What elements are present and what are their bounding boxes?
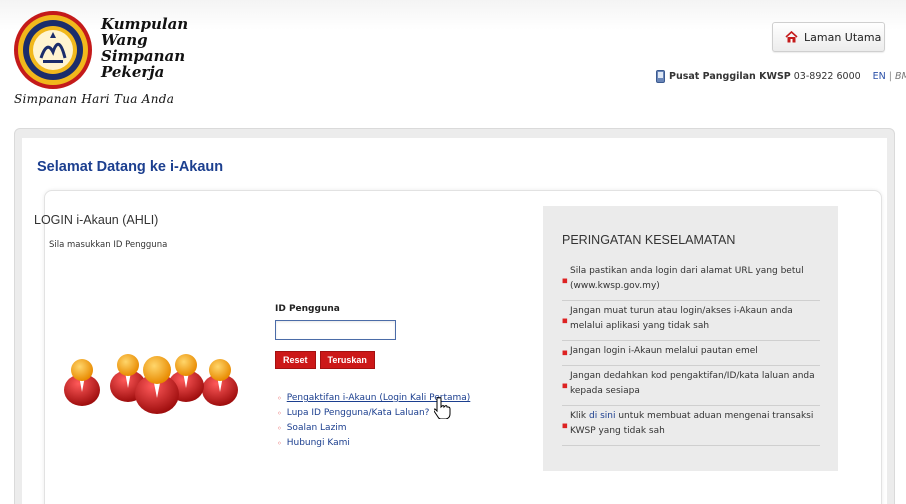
people-illustration-icon xyxy=(64,354,238,414)
contact-link[interactable]: Hubungi Kami xyxy=(287,436,350,451)
security-notice-panel: PERINGATAN KESELAMATAN ■ Sila pastikan an… xyxy=(543,206,838,471)
bullet-icon: ◦ xyxy=(277,424,282,433)
user-id-input[interactable] xyxy=(275,319,396,340)
bullet-icon: ■ xyxy=(562,422,568,429)
brand-name: Kumpulan Wang Simpanan Pekerja xyxy=(101,16,188,80)
list-item: ■ Sila pastikan anda login dari alamat UR… xyxy=(562,261,820,301)
faq-link[interactable]: Soalan Lazim xyxy=(287,421,347,436)
list-item: ■ Klik di sini untuk membuat aduan mengen… xyxy=(562,406,820,446)
brand-tagline: Simpanan Hari Tua Anda xyxy=(14,92,175,106)
security-item-text: Jangan muat turun atau login/akses i-Aka… xyxy=(570,306,793,331)
call-center-bar: Pusat Panggilan KWSP 03-8922 6000 EN|BM xyxy=(656,70,906,83)
house-icon xyxy=(785,31,798,43)
call-center-label: Pusat Panggilan KWSP xyxy=(669,71,791,82)
forgot-id-link[interactable]: Lupa ID Pengguna/Kata Laluan? xyxy=(287,406,430,421)
list-item: ■ Jangan muat turun atau login/akses i-Ak… xyxy=(562,301,820,341)
lang-en-link[interactable]: EN xyxy=(873,71,886,82)
home-button-label: Laman Utama xyxy=(804,30,882,44)
brand-line-2: Wang xyxy=(101,31,148,49)
list-item: ◦ Soalan Lazim xyxy=(277,421,470,436)
lang-bm-link[interactable]: BM xyxy=(895,71,906,82)
security-item-prefix: Klik xyxy=(570,411,587,421)
continue-button[interactable]: Teruskan xyxy=(319,350,375,369)
language-switch: EN|BM xyxy=(873,71,906,82)
brand-line-1: Kumpulan xyxy=(101,15,189,33)
security-item-text: Jangan login i-Akaun melalui pautan emel xyxy=(570,346,758,356)
list-item: ■ Jangan dedahkan kod pengaktifan/ID/kata… xyxy=(562,366,820,406)
bullet-icon: ■ xyxy=(562,382,568,389)
hand-pointer-icon xyxy=(434,397,451,419)
kwsp-seal-icon[interactable] xyxy=(13,10,93,90)
lang-separator: | xyxy=(888,71,892,82)
bullet-icon: ■ xyxy=(562,277,568,284)
list-item: ■ Jangan login i-Akaun melalui pautan eme… xyxy=(562,341,820,366)
bullet-icon: ■ xyxy=(562,349,568,357)
login-subtitle: Sila masukkan ID Pengguna xyxy=(49,240,168,250)
login-form: ID Pengguna Reset Teruskan xyxy=(275,304,396,369)
reset-button[interactable]: Reset xyxy=(275,350,316,369)
form-buttons: Reset Teruskan xyxy=(275,350,396,369)
security-item-text: Jangan dedahkan kod pengaktifan/ID/kata … xyxy=(570,371,815,396)
security-item-text: Klik di sini untuk membuat aduan mengena… xyxy=(570,409,816,439)
bullet-icon: ◦ xyxy=(277,394,282,403)
security-list: ■ Sila pastikan anda login dari alamat UR… xyxy=(562,261,820,446)
security-item-text: Sila pastikan anda login dari alamat URL… xyxy=(570,266,804,291)
mobile-phone-icon xyxy=(656,70,665,83)
page-title: Selamat Datang ke i-Akaun xyxy=(37,159,224,175)
brand-line-3: Simpanan xyxy=(101,47,186,65)
brand-line-4: Pekerja xyxy=(101,63,165,81)
login-title: LOGIN i-Akaun (AHLI) xyxy=(34,213,159,227)
site-header: Kumpulan Wang Simpanan Pekerja Simpanan … xyxy=(0,0,906,125)
bullet-icon: ◦ xyxy=(277,409,282,418)
home-button[interactable]: Laman Utama xyxy=(772,22,885,52)
bullet-icon: ■ xyxy=(562,317,568,324)
user-id-label: ID Pengguna xyxy=(275,304,340,314)
call-center-number: 03-8922 6000 xyxy=(793,71,861,82)
bullet-icon: ◦ xyxy=(277,439,282,448)
security-title: PERINGATAN KESELAMATAN xyxy=(562,233,736,247)
list-item: ◦ Hubungi Kami xyxy=(277,436,470,451)
report-here-link[interactable]: di sini xyxy=(589,411,615,421)
